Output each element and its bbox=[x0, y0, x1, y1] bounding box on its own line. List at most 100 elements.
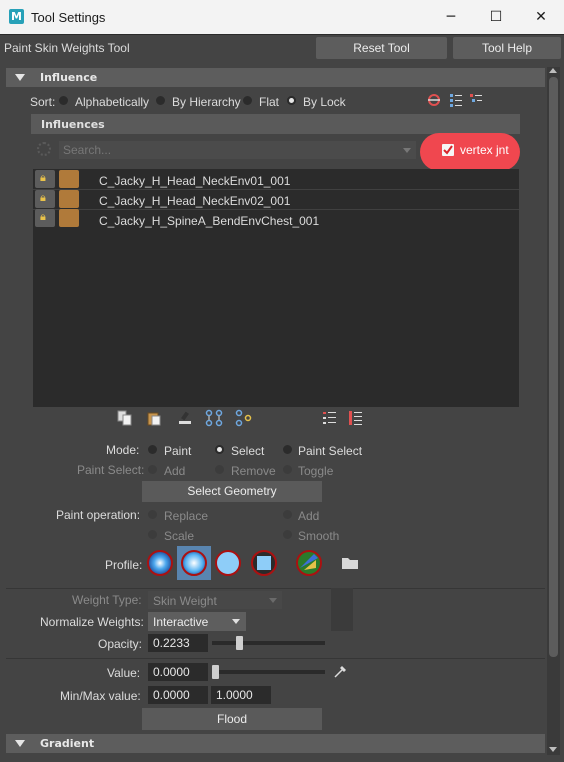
value-slider-handle[interactable] bbox=[212, 665, 219, 679]
gradient-section-header[interactable]: Gradient bbox=[6, 734, 545, 753]
tool-help-button[interactable]: Tool Help bbox=[453, 37, 561, 59]
solid-brush-icon[interactable] bbox=[213, 548, 243, 578]
mode-paint-label[interactable]: Paint bbox=[164, 444, 191, 458]
normalize-weights-label: Normalize Weights: bbox=[40, 615, 144, 629]
influence-section-header[interactable]: Influence bbox=[6, 68, 545, 87]
opacity-slider-track[interactable] bbox=[212, 641, 325, 645]
reset-tool-button[interactable]: Reset Tool bbox=[316, 37, 447, 59]
weight-hammer-icon[interactable] bbox=[177, 410, 195, 426]
sort-flat-radio[interactable] bbox=[243, 96, 252, 105]
prune-list-icon[interactable] bbox=[348, 410, 364, 426]
paint-select-remove-label[interactable]: Remove bbox=[231, 464, 276, 478]
min-value-field[interactable]: 0.0000 bbox=[148, 686, 208, 704]
scrollbar-track[interactable] bbox=[547, 67, 560, 755]
lock-icon[interactable]: 🔒︎ bbox=[35, 209, 55, 227]
collapse-tree-icon[interactable] bbox=[469, 93, 483, 107]
paint-op-replace-label[interactable]: Replace bbox=[164, 509, 208, 523]
weight-type-value: Skin Weight bbox=[153, 594, 217, 608]
normalize-weights-value: Interactive bbox=[153, 615, 209, 629]
mode-select-radio[interactable] bbox=[215, 445, 224, 454]
influence-color-swatch[interactable] bbox=[59, 209, 79, 227]
lock-icon[interactable]: 🔒︎ bbox=[35, 170, 55, 188]
mode-select-label[interactable]: Select bbox=[231, 444, 264, 458]
expand-tree-icon[interactable] bbox=[449, 93, 463, 107]
dropdown-arrow-icon bbox=[269, 598, 277, 603]
influence-color-swatch[interactable] bbox=[59, 170, 79, 188]
window-titlebar: M Tool Settings ─ ☐ ✕ bbox=[0, 0, 564, 34]
folder-icon[interactable] bbox=[341, 556, 359, 570]
scrollbar-thumb[interactable] bbox=[549, 77, 558, 657]
paint-op-smooth-radio[interactable] bbox=[283, 530, 292, 539]
value-field[interactable]: 0.0000 bbox=[148, 663, 208, 681]
search-placeholder: Search... bbox=[63, 143, 112, 157]
sort-list-icon[interactable] bbox=[322, 410, 338, 426]
weight-type-label: Weight Type: bbox=[72, 593, 142, 607]
sort-flat-label[interactable]: Flat bbox=[259, 95, 279, 109]
paint-select-toggle-label[interactable]: Toggle bbox=[298, 464, 333, 478]
paint-select-remove-radio[interactable] bbox=[215, 465, 224, 474]
sort-by-hierarchy-label[interactable]: By Hierarchy bbox=[172, 95, 241, 109]
eyedropper-icon[interactable] bbox=[333, 663, 349, 679]
vertex-jnt-label[interactable]: vertex jnt bbox=[460, 143, 509, 157]
list-item[interactable]: 🔒︎ C_Jacky_H_Head_NeckEnv01_001 bbox=[33, 170, 519, 190]
influence-color-swatch[interactable] bbox=[59, 190, 79, 208]
weight-type-dropdown[interactable]: Skin Weight bbox=[148, 591, 282, 609]
influences-header-label: Influences bbox=[41, 118, 105, 131]
collapse-arrow-icon bbox=[15, 74, 25, 81]
paint-op-scale-label[interactable]: Scale bbox=[164, 529, 194, 543]
joint-name: C_Jacky_H_SpineA_BendEnvChest_001 bbox=[99, 214, 320, 228]
paste-weights-icon[interactable] bbox=[146, 410, 162, 426]
paint-op-smooth-label[interactable]: Smooth bbox=[298, 529, 339, 543]
select-geometry-button[interactable]: Select Geometry bbox=[142, 481, 322, 502]
close-button[interactable]: ✕ bbox=[518, 0, 564, 34]
list-item[interactable]: 🔒︎ C_Jacky_H_Head_NeckEnv02_001 bbox=[33, 190, 519, 210]
flood-button[interactable]: Flood bbox=[142, 708, 322, 730]
joint-name: C_Jacky_H_Head_NeckEnv01_001 bbox=[99, 174, 291, 188]
sort-alphabetically-radio[interactable] bbox=[59, 96, 68, 105]
collapse-arrow-icon bbox=[15, 740, 25, 747]
sort-by-lock-label[interactable]: By Lock bbox=[303, 95, 346, 109]
vertex-jnt-checkbox[interactable] bbox=[442, 144, 454, 156]
opacity-label: Opacity: bbox=[98, 637, 143, 651]
max-value-field[interactable]: 1.0000 bbox=[211, 686, 271, 704]
gaussian-brush-icon[interactable] bbox=[145, 548, 175, 578]
paint-select-add-radio[interactable] bbox=[148, 465, 157, 474]
opacity-field[interactable]: 0.2233 bbox=[148, 634, 208, 652]
mode-paint-radio[interactable] bbox=[148, 445, 157, 454]
maximize-button[interactable]: ☐ bbox=[473, 0, 519, 34]
paint-op-add-label[interactable]: Add bbox=[298, 509, 319, 523]
paint-op-replace-radio[interactable] bbox=[148, 510, 157, 519]
influence-section-title: Influence bbox=[40, 71, 98, 84]
value-slider-track[interactable] bbox=[212, 670, 325, 674]
custom-brush-icon[interactable] bbox=[294, 548, 324, 578]
scroll-down-arrow[interactable] bbox=[549, 747, 557, 752]
sort-by-lock-radio[interactable] bbox=[287, 96, 296, 105]
paint-select-toggle-radio[interactable] bbox=[283, 465, 292, 474]
paint-select-add-label[interactable]: Add bbox=[164, 464, 185, 478]
filter-icon[interactable] bbox=[37, 142, 51, 156]
paint-operation-label: Paint operation: bbox=[56, 508, 141, 522]
mode-paint-select-label[interactable]: Paint Select bbox=[298, 444, 362, 458]
maya-app-icon: M bbox=[9, 9, 24, 24]
mode-paint-select-radio[interactable] bbox=[283, 445, 292, 454]
normalize-weights-dropdown[interactable]: Interactive bbox=[148, 612, 246, 631]
swap-influence-icon[interactable] bbox=[427, 93, 441, 107]
move-weights-icon[interactable] bbox=[205, 409, 223, 427]
scroll-up-arrow[interactable] bbox=[549, 68, 557, 73]
lock-icon[interactable]: 🔒︎ bbox=[35, 190, 55, 208]
square-brush-icon[interactable] bbox=[249, 548, 279, 578]
soft-brush-icon[interactable] bbox=[179, 548, 209, 578]
show-influences-icon[interactable] bbox=[235, 409, 253, 427]
sort-by-hierarchy-radio[interactable] bbox=[156, 96, 165, 105]
paint-op-add-radio[interactable] bbox=[283, 510, 292, 519]
opacity-slider-handle[interactable] bbox=[235, 636, 243, 650]
value-label: Value: bbox=[107, 666, 141, 680]
search-dropdown-arrow-icon[interactable] bbox=[403, 148, 411, 153]
paint-select-label: Paint Select: bbox=[77, 463, 145, 477]
copy-weights-icon[interactable] bbox=[117, 410, 133, 426]
paint-op-scale-radio[interactable] bbox=[148, 530, 157, 539]
search-input[interactable]: Search... bbox=[59, 141, 416, 159]
sort-alphabetically-label[interactable]: Alphabetically bbox=[75, 95, 149, 109]
list-item[interactable]: 🔒︎ C_Jacky_H_SpineA_BendEnvChest_001 bbox=[33, 209, 519, 229]
minimize-button[interactable]: ─ bbox=[428, 0, 474, 34]
